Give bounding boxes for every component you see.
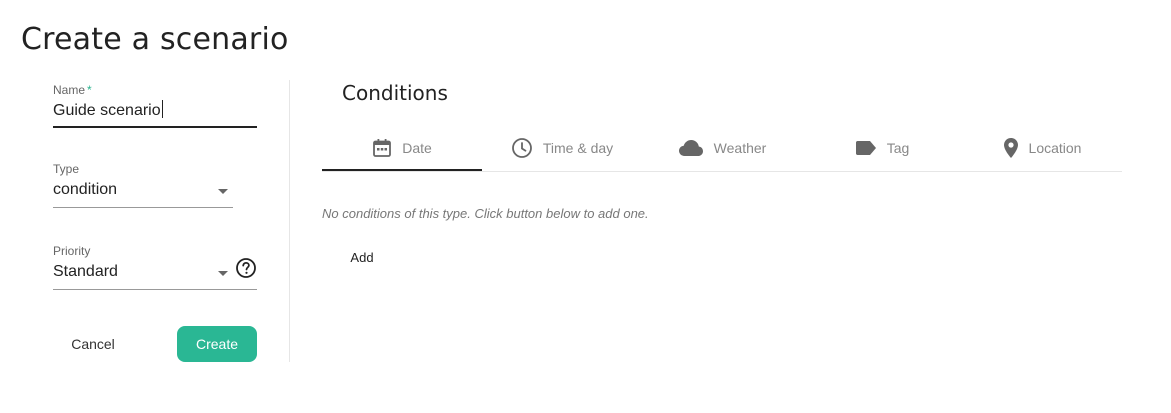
cloud-icon	[678, 140, 703, 156]
help-icon[interactable]	[235, 257, 257, 279]
priority-select[interactable]: Standard	[53, 263, 233, 287]
empty-conditions-message: No conditions of this type. Click button…	[322, 206, 649, 221]
text-caret	[161, 100, 163, 118]
required-mark: *	[87, 83, 92, 97]
tab-location[interactable]: Location	[962, 128, 1122, 168]
tab-time-and-day-label: Time & day	[542, 140, 614, 156]
page-title: Create a scenario	[21, 22, 289, 57]
tabs-divider	[322, 171, 1122, 172]
panel-divider	[289, 80, 290, 362]
tab-location-label: Location	[1028, 140, 1082, 156]
tab-weather[interactable]: Weather	[642, 128, 802, 168]
tab-time-and-day[interactable]: Time & day	[482, 128, 642, 168]
location-pin-icon	[1003, 138, 1018, 158]
type-label: Type	[53, 162, 80, 176]
name-input[interactable]: Guide scenario	[53, 100, 257, 124]
active-tab-indicator	[322, 169, 482, 171]
conditions-title: Conditions	[342, 81, 448, 105]
priority-select-value: Standard	[53, 263, 118, 280]
name-input-value: Guide scenario	[53, 102, 161, 119]
calendar-icon	[373, 139, 392, 157]
cancel-button[interactable]: Cancel	[54, 326, 132, 362]
type-dropdown-arrow-icon[interactable]	[218, 189, 228, 194]
create-button[interactable]: Create	[177, 326, 257, 362]
priority-label: Priority	[53, 244, 91, 258]
tab-tag[interactable]: Tag	[802, 128, 962, 168]
name-field-label: Name *	[53, 81, 92, 99]
clock-icon	[511, 138, 532, 158]
tab-date[interactable]: Date	[322, 128, 482, 168]
tab-tag-label: Tag	[886, 140, 910, 156]
priority-select-underline	[53, 289, 257, 290]
tag-icon	[855, 141, 876, 155]
name-label-text: Name	[53, 83, 86, 97]
tab-weather-label: Weather	[713, 140, 767, 156]
type-select[interactable]: condition	[53, 181, 233, 205]
tab-date-label: Date	[402, 140, 432, 156]
priority-dropdown-arrow-icon[interactable]	[218, 271, 228, 276]
type-select-value: condition	[53, 181, 118, 198]
add-condition-button[interactable]: Add	[334, 244, 390, 270]
name-input-underline	[53, 126, 257, 128]
type-select-underline	[53, 207, 233, 208]
